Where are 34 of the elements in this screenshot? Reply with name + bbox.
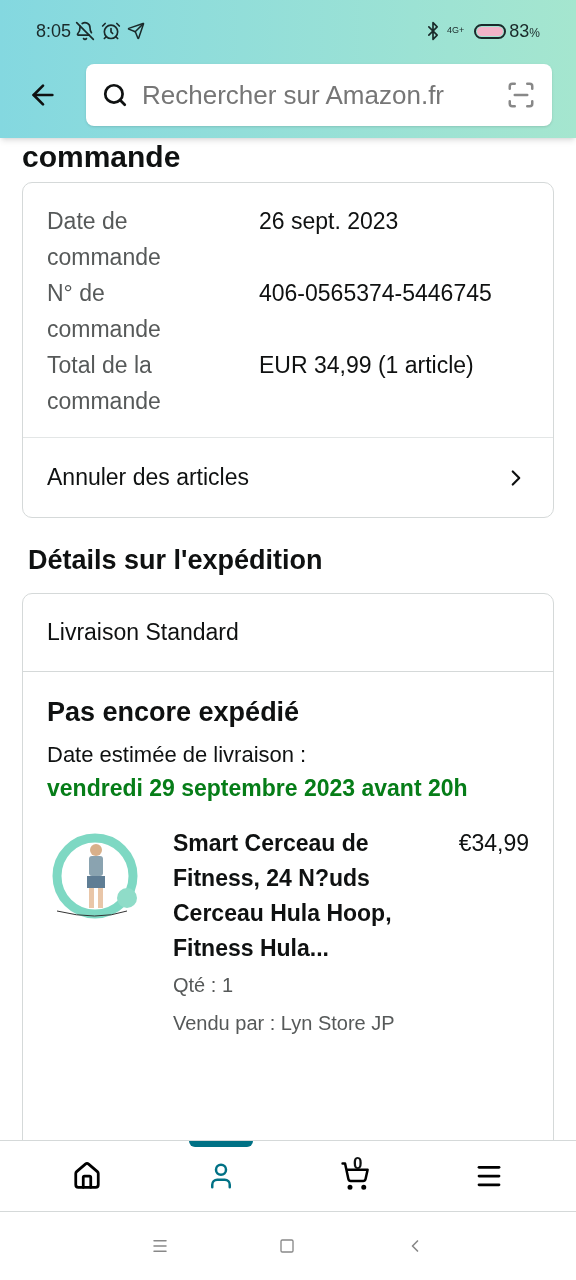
- seller: Vendu par : Lyn Store JP: [173, 1011, 396, 1036]
- battery-icon: [474, 23, 507, 39]
- cancel-items-link[interactable]: Annuler des articles: [23, 437, 553, 517]
- search-input[interactable]: Rechercher sur Amazon.fr: [142, 75, 506, 115]
- cart-count: 0: [353, 1155, 363, 1172]
- order-value: EUR 34,99 (1 article): [259, 351, 475, 380]
- home-icon: [72, 1161, 102, 1191]
- home-button-icon[interactable]: [279, 1238, 295, 1254]
- order-label: Total de la commande: [47, 351, 162, 416]
- battery-level: 83%: [509, 19, 540, 43]
- network-type: 4G+: [447, 24, 465, 38]
- shipment-status: Pas encore expédié: [47, 695, 301, 729]
- tab-bar-item[interactable]: 0: [288, 1141, 422, 1211]
- quantity: Qté : 1: [173, 973, 235, 998]
- search-icon: [102, 82, 128, 108]
- order-value: 26 sept. 2023: [259, 207, 400, 236]
- product-title[interactable]: Smart Cerceau de Fitness, 24 N?uds Cerceau Hula Hoop, Fitness Hula...: [173, 826, 408, 966]
- section-title: Détails sur l'expédition: [27, 544, 324, 577]
- camera-scan-icon[interactable]: [506, 80, 536, 110]
- order-value: 406-0565374-5446745: [259, 279, 493, 308]
- shipping-method: Livraison Standard: [23, 593, 553, 672]
- product-price: €34,99: [458, 829, 529, 858]
- order-label: N° de commande: [47, 279, 162, 344]
- estimate-date: vendredi 29 septembre 2023 avant 20h: [47, 774, 469, 803]
- bell-off-icon: [75, 21, 96, 41]
- page-heading: commande: [22, 142, 182, 172]
- order-label: Date de commande: [47, 207, 162, 272]
- recent-apps-icon[interactable]: [151, 1237, 169, 1255]
- estimate-label: Date estimée de livraison :: [47, 741, 308, 769]
- paper-plane-icon: [127, 22, 146, 40]
- alarm-icon: [101, 21, 122, 41]
- selected-indicator: [189, 1141, 253, 1147]
- status-time: 8:05: [36, 19, 72, 43]
- search-field[interactable]: Rechercher sur Amazon.fr: [86, 64, 552, 126]
